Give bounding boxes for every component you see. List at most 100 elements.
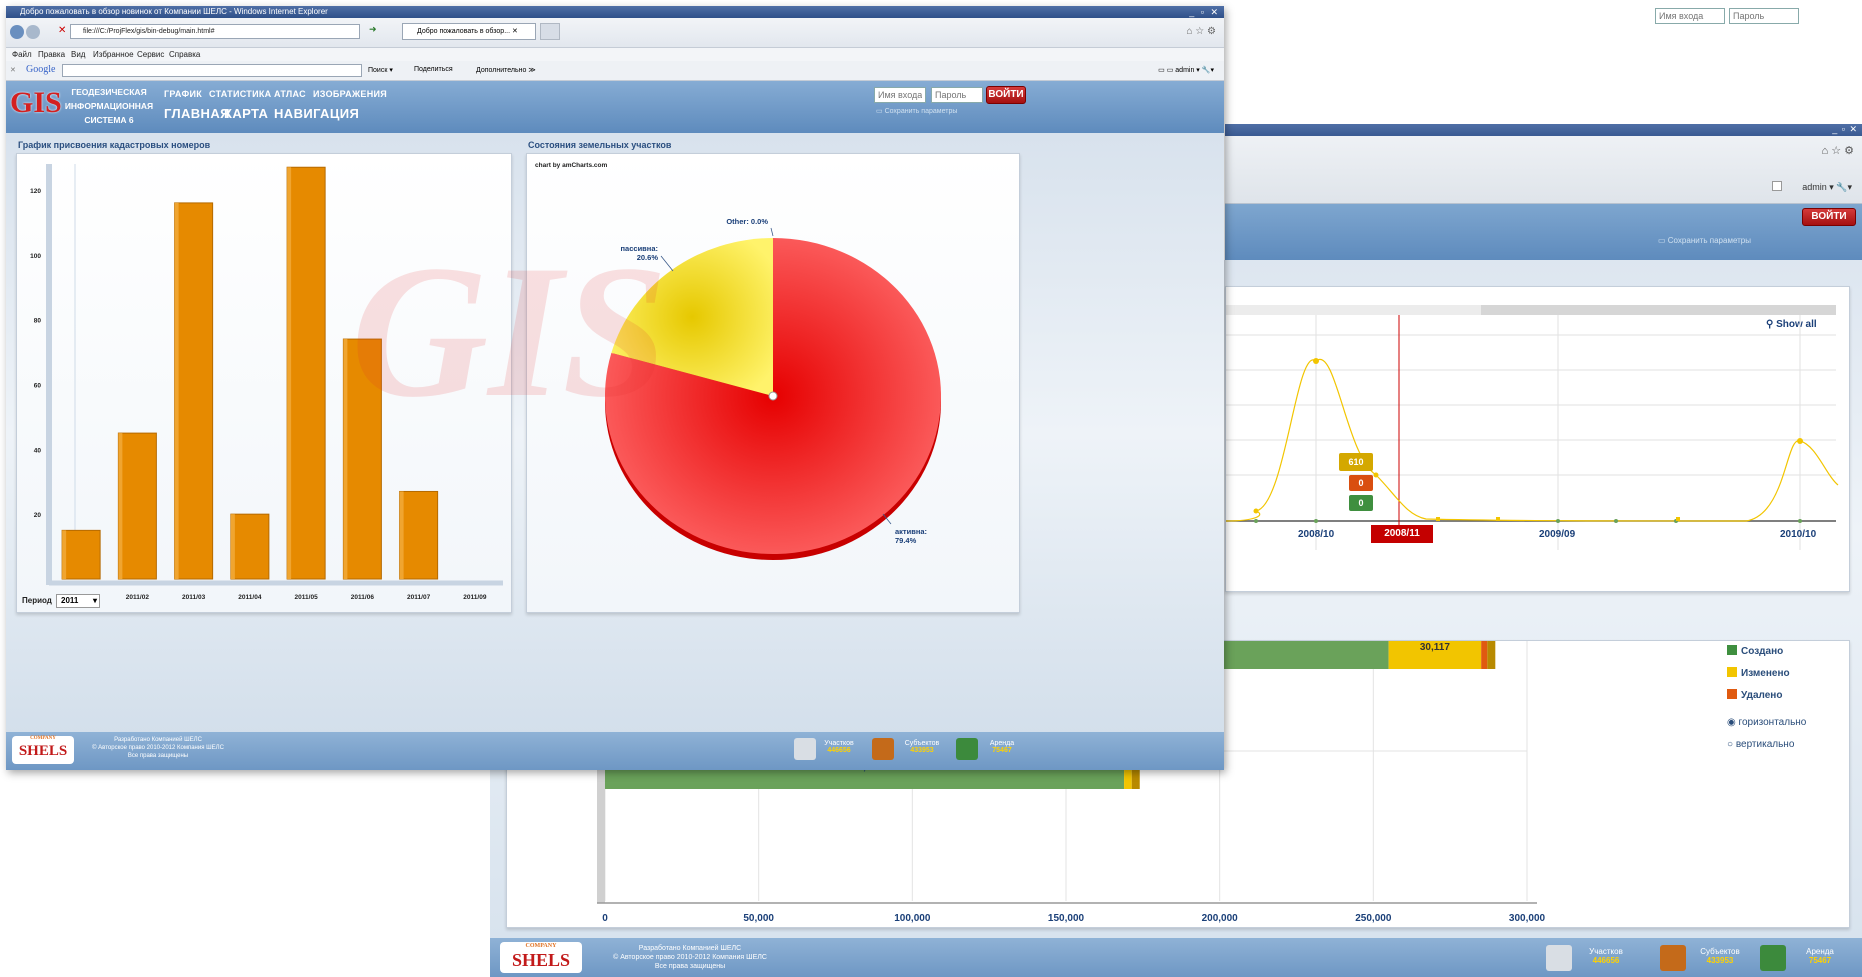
brand-line3: СИСТЕМА 6 (84, 115, 134, 125)
nav-images[interactable]: ИЗОБРАЖЕНИЯ (313, 89, 387, 99)
address-input[interactable]: file:///C:/ProjFlex/gis/bin-debug/main.h… (70, 24, 360, 39)
back-save-params-label: Сохранить параметры (1667, 236, 1751, 245)
bar[interactable] (286, 166, 326, 580)
back-stat-parcels-label: Участков (1589, 947, 1623, 956)
tab-close-icon[interactable]: ✕ (512, 28, 518, 35)
back-login-button[interactable]: ВОЙТИ (1802, 208, 1856, 226)
balloon-changed: 610 (1339, 453, 1373, 471)
legend-changed[interactable]: Изменено (1727, 667, 1790, 679)
back-arrow-icon[interactable] (10, 25, 24, 39)
back-username-input[interactable] (1655, 8, 1725, 24)
y-tick-label: 80 (34, 318, 42, 325)
stat-lease: Аренда 75467 (982, 740, 1022, 754)
front-parcels-icon (794, 738, 816, 760)
stop-icon[interactable]: ✕ (58, 25, 66, 36)
go-icon[interactable]: ➜ (369, 24, 377, 35)
orientation-horizontal[interactable]: ◉ горизонтально (1727, 717, 1806, 728)
x-tick-label: 150,000 (1048, 913, 1085, 924)
orientation-horizontal-label: горизонтально (1738, 717, 1807, 728)
menu-file[interactable]: Файл (12, 50, 32, 59)
bar[interactable] (230, 513, 270, 580)
brand-line2: ИНФОРМАЦИОННАЯ (64, 101, 154, 111)
footer-logo[interactable]: COMPANY SHELS (12, 736, 74, 764)
bar[interactable] (174, 202, 214, 580)
timeline-label-1: 2008/10 (1298, 529, 1335, 540)
period-label: Период (22, 596, 52, 605)
legend-created[interactable]: Создано (1727, 645, 1783, 657)
gis-logo[interactable]: GIS (10, 86, 68, 128)
username-input[interactable] (874, 87, 926, 103)
more-label: Дополнительно ≫ (476, 67, 536, 74)
bar-highlight (399, 491, 404, 579)
front-window: Добро пожаловать в обзор новинок от Комп… (6, 6, 1224, 770)
menu-edit[interactable]: Правка (38, 50, 65, 59)
user-menu[interactable]: admin ▾ 🔧▾ (1802, 182, 1852, 193)
nav-home[interactable]: ГЛАВНАЯ (164, 106, 230, 121)
bar-highlight (118, 433, 123, 579)
timeline-chart (1226, 315, 1839, 550)
stat-parcels: Участков 446656 (818, 740, 860, 754)
pie-center (768, 391, 778, 401)
more-button[interactable]: Дополнительно ≫ (476, 66, 536, 74)
bar[interactable] (61, 529, 101, 580)
nav-atlas[interactable]: АТЛАС (274, 89, 306, 99)
back-logo-text: SHELS (511, 950, 571, 970)
login-button[interactable]: ВОЙТИ (986, 86, 1026, 104)
menu-favorites[interactable]: Избранное (93, 50, 134, 59)
front-window-controls[interactable]: _ ▫ ✕ (1189, 6, 1220, 18)
timeline-cursor-label[interactable]: 2008/11 (1371, 525, 1433, 543)
home-favorites-tools-icons[interactable]: ⌂ ☆ ⚙ (1186, 26, 1216, 37)
bar[interactable] (399, 490, 439, 580)
parcels-icon (1546, 945, 1572, 971)
nav-chart[interactable]: ГРАФИК (164, 89, 202, 99)
nav-map[interactable]: КАРТА (224, 106, 268, 121)
front-user-menu[interactable]: ▭ ▭ admin ▾ 🔧▾ (1158, 66, 1214, 74)
forward-arrow-icon[interactable] (26, 25, 40, 39)
bar[interactable] (117, 432, 157, 580)
back-window-controls[interactable]: _ ▫ ✕ (1832, 124, 1858, 135)
save-params-checkbox[interactable]: ▭ Сохранить параметры (876, 107, 957, 115)
browser-tab[interactable]: Добро пожаловать в обзор... ✕ (402, 23, 536, 40)
back-footer-line3: Все права защищены (654, 963, 726, 970)
new-tab-button[interactable] (540, 23, 560, 40)
x-tick-label: 2011/05 (295, 594, 319, 601)
radio-checked-icon: ◉ (1727, 717, 1736, 728)
back-footer-line1: Разработано Компанией ШЕЛС (638, 945, 742, 952)
timeline-scrollbar[interactable] (1481, 305, 1836, 315)
stat-subjects: Субъектов 433953 (898, 740, 946, 754)
y-tick-label: 40 (34, 447, 42, 454)
back-save-params[interactable]: ▭ Сохранить параметры (1658, 236, 1751, 245)
lease-icon (1760, 945, 1786, 971)
nav-navigation[interactable]: НАВИГАЦИЯ (274, 106, 359, 121)
stat-lease-label: Аренда (989, 740, 1015, 747)
orientation-vertical[interactable]: ○ вертикально (1727, 739, 1794, 750)
period-select[interactable]: 2011 ▾ (56, 594, 100, 608)
google-search-button[interactable]: Поиск ▾ (368, 66, 393, 74)
home-icon[interactable]: ⌂ ☆ ⚙ (1822, 144, 1854, 157)
front-body: График присвоения кадастровых номеров 20… (6, 133, 1224, 735)
menu-tools[interactable]: Сервис (137, 50, 164, 59)
x-tick-label: 2011/06 (351, 594, 375, 601)
toolbar-close-icon[interactable]: ✕ (10, 66, 16, 74)
footer-copyright: Разработано Компанией ШЕЛС © Авторское п… (78, 736, 238, 760)
password-input[interactable] (931, 87, 983, 103)
timeline-panel: ⚲ Show all 610 0 0 2008/10 2008/11 2009/… (1225, 286, 1850, 592)
address-text: file:///C:/ProjFlex/gis/bin-debug/main.h… (83, 28, 215, 35)
user-label: admin (1802, 182, 1827, 192)
share-button[interactable]: Поделиться (414, 66, 453, 73)
back-stat-lease-value: 75467 (1808, 956, 1832, 965)
menu-view[interactable]: Вид (71, 50, 85, 59)
toolbar-icon[interactable] (1772, 181, 1782, 191)
stacked-bar-segment[interactable] (1481, 641, 1488, 669)
back-stat-subjects-label: Субъектов (1700, 947, 1740, 956)
back-header: ВОЙТИ ▭ Сохранить параметры (1225, 8, 1862, 260)
back-password-input[interactable] (1729, 8, 1799, 24)
google-search-input[interactable] (62, 64, 362, 77)
legend-deleted[interactable]: Удалено (1727, 689, 1782, 701)
y-tick-label: 120 (30, 188, 41, 195)
nav-statistics[interactable]: СТАТИСТИКА (209, 89, 271, 99)
back-footer-copyright: Разработано Компанией ШЕЛС © Авторское п… (585, 944, 795, 971)
back-footer-logo[interactable]: COMPANY SHELS (500, 942, 582, 973)
pie-panel-title: Состояния земельных участков (528, 140, 672, 150)
menu-help[interactable]: Справка (169, 50, 200, 59)
